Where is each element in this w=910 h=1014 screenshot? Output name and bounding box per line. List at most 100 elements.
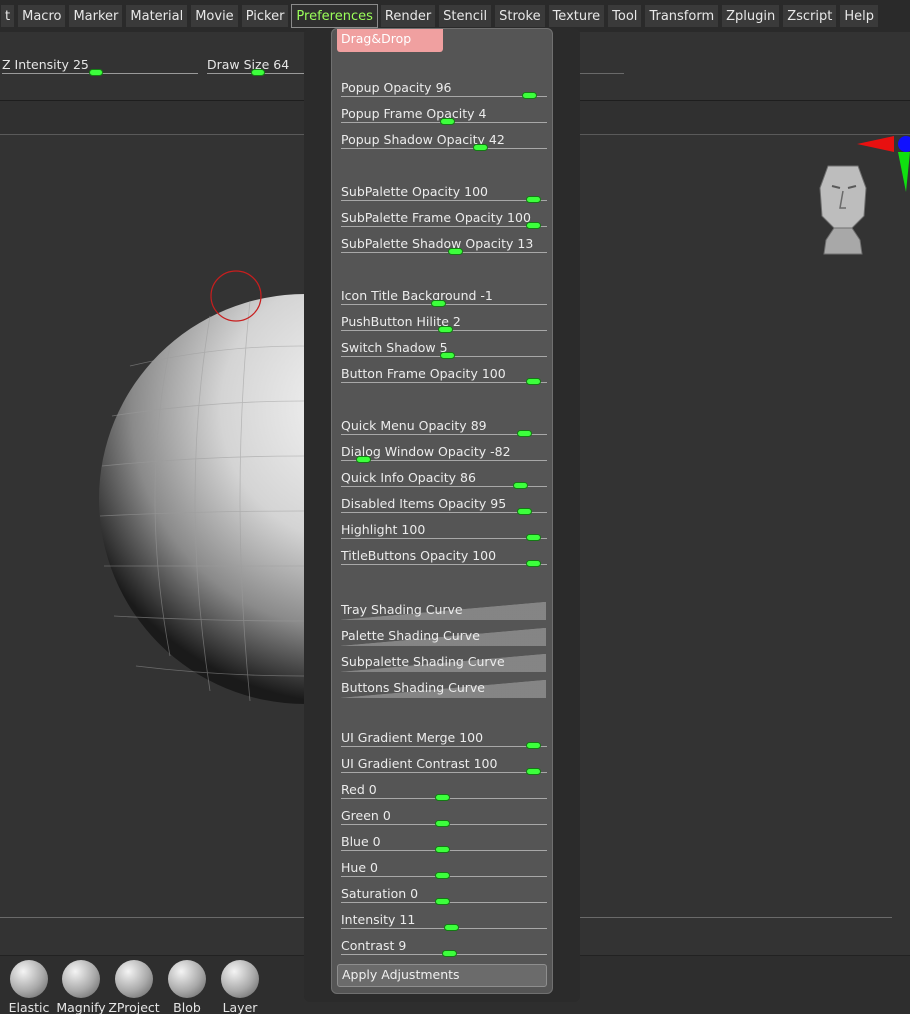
brush-blob[interactable]: Blob bbox=[160, 960, 214, 1014]
magnify-brush-icon bbox=[62, 960, 100, 998]
draw-size-label: Draw Size 64 bbox=[207, 57, 290, 72]
slider-titlebuttons-opacity[interactable]: TitleButtons Opacity 100 bbox=[341, 545, 547, 571]
slider-knob[interactable] bbox=[435, 872, 450, 879]
menu-transform[interactable]: Transform bbox=[644, 4, 720, 28]
menu-tool[interactable]: Tool bbox=[607, 4, 643, 28]
menu-macro[interactable]: Macro bbox=[17, 4, 67, 28]
slider-label: UI Gradient Contrast 100 bbox=[341, 756, 498, 771]
slider-knob[interactable] bbox=[526, 742, 541, 749]
slider-button-frame-opacity[interactable]: Button Frame Opacity 100 bbox=[341, 363, 547, 389]
menu-render[interactable]: Render bbox=[379, 4, 437, 28]
slider-knob[interactable] bbox=[435, 794, 450, 801]
slider-knob[interactable] bbox=[442, 950, 457, 957]
menu-texture[interactable]: Texture bbox=[547, 4, 606, 28]
slider-knob[interactable] bbox=[526, 378, 541, 385]
menu-material[interactable]: Material bbox=[125, 4, 189, 28]
slider-label: Icon Title Background -1 bbox=[341, 288, 493, 303]
slider-knob[interactable] bbox=[526, 534, 541, 541]
slider-popup-frame-opacity[interactable]: Popup Frame Opacity 4 bbox=[341, 103, 547, 129]
slider-knob[interactable] bbox=[526, 768, 541, 775]
slider-highlight[interactable]: Highlight 100 bbox=[341, 519, 547, 545]
slider-knob[interactable] bbox=[522, 92, 537, 99]
menu-stencil[interactable]: Stencil bbox=[438, 4, 493, 28]
curve-subpalette-shading-curve[interactable]: Subpalette Shading Curve bbox=[341, 654, 546, 672]
slider-popup-shadow-opacity[interactable]: Popup Shadow Opacity 42 bbox=[341, 129, 547, 155]
slider-label: Button Frame Opacity 100 bbox=[341, 366, 506, 381]
slider-knob[interactable] bbox=[526, 222, 541, 229]
curve-buttons-shading-curve[interactable]: Buttons Shading Curve bbox=[341, 680, 546, 698]
slider-knob[interactable] bbox=[435, 846, 450, 853]
curve-tray-shading-curve[interactable]: Tray Shading Curve bbox=[341, 602, 546, 620]
z-intensity-knob[interactable] bbox=[89, 69, 103, 76]
slider-quick-menu-opacity[interactable]: Quick Menu Opacity 89 bbox=[341, 415, 547, 441]
slider-label: Contrast 9 bbox=[341, 938, 407, 953]
curve-palette-shading-curve[interactable]: Palette Shading Curve bbox=[341, 628, 546, 646]
slider-ui-gradient-merge[interactable]: UI Gradient Merge 100 bbox=[341, 727, 547, 753]
slider-knob[interactable] bbox=[440, 118, 455, 125]
apply-adjustments-button[interactable]: Apply Adjustments bbox=[337, 964, 547, 987]
slider-subpalette-shadow-opacity[interactable]: SubPalette Shadow Opacity 13 bbox=[341, 233, 547, 259]
brush-magnify[interactable]: Magnify bbox=[54, 960, 108, 1014]
slider-knob[interactable] bbox=[438, 326, 453, 333]
slider-track bbox=[341, 200, 547, 201]
slider-popup-opacity[interactable]: Popup Opacity 96 bbox=[341, 77, 547, 103]
brush-label: Magnify bbox=[56, 1000, 106, 1014]
slider-ui-gradient-contrast[interactable]: UI Gradient Contrast 100 bbox=[341, 753, 547, 779]
slider-dialog-window-opacity[interactable]: Dialog Window Opacity -82 bbox=[341, 441, 547, 467]
slider-knob[interactable] bbox=[473, 144, 488, 151]
slider-hue[interactable]: Hue 0 bbox=[341, 857, 547, 883]
slider-subpalette-frame-opacity[interactable]: SubPalette Frame Opacity 100 bbox=[341, 207, 547, 233]
draw-size-knob[interactable] bbox=[251, 69, 265, 76]
slider-knob[interactable] bbox=[435, 898, 450, 905]
brush-layer[interactable]: Layer bbox=[213, 960, 267, 1014]
z-intensity-slider[interactable]: Z Intensity 25 bbox=[2, 54, 198, 78]
slider-knob[interactable] bbox=[526, 560, 541, 567]
slider-knob[interactable] bbox=[435, 820, 450, 827]
menu-help[interactable]: Help bbox=[839, 4, 880, 28]
menu-preferences[interactable]: Preferences bbox=[291, 4, 378, 28]
drag-drop-button[interactable]: Drag&Drop bbox=[337, 29, 443, 52]
slider-knob[interactable] bbox=[440, 352, 455, 359]
slider-track bbox=[341, 382, 547, 383]
z-intensity-label: Z Intensity 25 bbox=[2, 57, 89, 72]
menu-stroke[interactable]: Stroke bbox=[494, 4, 546, 28]
slider-red[interactable]: Red 0 bbox=[341, 779, 547, 805]
slider-label: SubPalette Opacity 100 bbox=[341, 184, 488, 199]
blob-brush-icon bbox=[168, 960, 206, 998]
slider-knob[interactable] bbox=[526, 196, 541, 203]
slider-label: SubPalette Frame Opacity 100 bbox=[341, 210, 531, 225]
menu-t[interactable]: t bbox=[0, 4, 16, 28]
menu-marker[interactable]: Marker bbox=[68, 4, 124, 28]
draw-size-slider[interactable]: Draw Size 64 bbox=[207, 54, 307, 78]
slider-contrast[interactable]: Contrast 9 bbox=[341, 935, 547, 961]
slider-knob[interactable] bbox=[431, 300, 446, 307]
slider-knob[interactable] bbox=[356, 456, 371, 463]
brush-zproject[interactable]: ZProject bbox=[107, 960, 161, 1014]
slider-label: Red 0 bbox=[341, 782, 377, 797]
slider-intensity[interactable]: Intensity 11 bbox=[341, 909, 547, 935]
slider-knob[interactable] bbox=[448, 248, 463, 255]
orientation-head-icon[interactable] bbox=[819, 165, 867, 255]
menu-zplugin[interactable]: Zplugin bbox=[721, 4, 781, 28]
slider-green[interactable]: Green 0 bbox=[341, 805, 547, 831]
slider-disabled-items-opacity[interactable]: Disabled Items Opacity 95 bbox=[341, 493, 547, 519]
slider-icon-title-background[interactable]: Icon Title Background -1 bbox=[341, 285, 547, 311]
slider-blue[interactable]: Blue 0 bbox=[341, 831, 547, 857]
slider-saturation[interactable]: Saturation 0 bbox=[341, 883, 547, 909]
slider-pushbutton-hilite[interactable]: PushButton Hilite 2 bbox=[341, 311, 547, 337]
slider-quick-info-opacity[interactable]: Quick Info Opacity 86 bbox=[341, 467, 547, 493]
slider-knob[interactable] bbox=[444, 924, 459, 931]
brush-elastic[interactable]: Elastic bbox=[2, 960, 56, 1014]
slider-knob[interactable] bbox=[517, 508, 532, 515]
slider-subpalette-opacity[interactable]: SubPalette Opacity 100 bbox=[341, 181, 547, 207]
preferences-dropdown: Drag&Drop Popup Opacity 96 Popup Frame Op… bbox=[331, 28, 553, 994]
slider-track bbox=[341, 746, 547, 747]
slider-switch-shadow[interactable]: Switch Shadow 5 bbox=[341, 337, 547, 363]
slider-track bbox=[341, 148, 547, 149]
slider-knob[interactable] bbox=[513, 482, 528, 489]
menu-picker[interactable]: Picker bbox=[240, 4, 290, 28]
menu-zscript[interactable]: Zscript bbox=[782, 4, 838, 28]
menu-movie[interactable]: Movie bbox=[190, 4, 239, 28]
gizmo-axes[interactable] bbox=[857, 136, 910, 192]
slider-knob[interactable] bbox=[517, 430, 532, 437]
